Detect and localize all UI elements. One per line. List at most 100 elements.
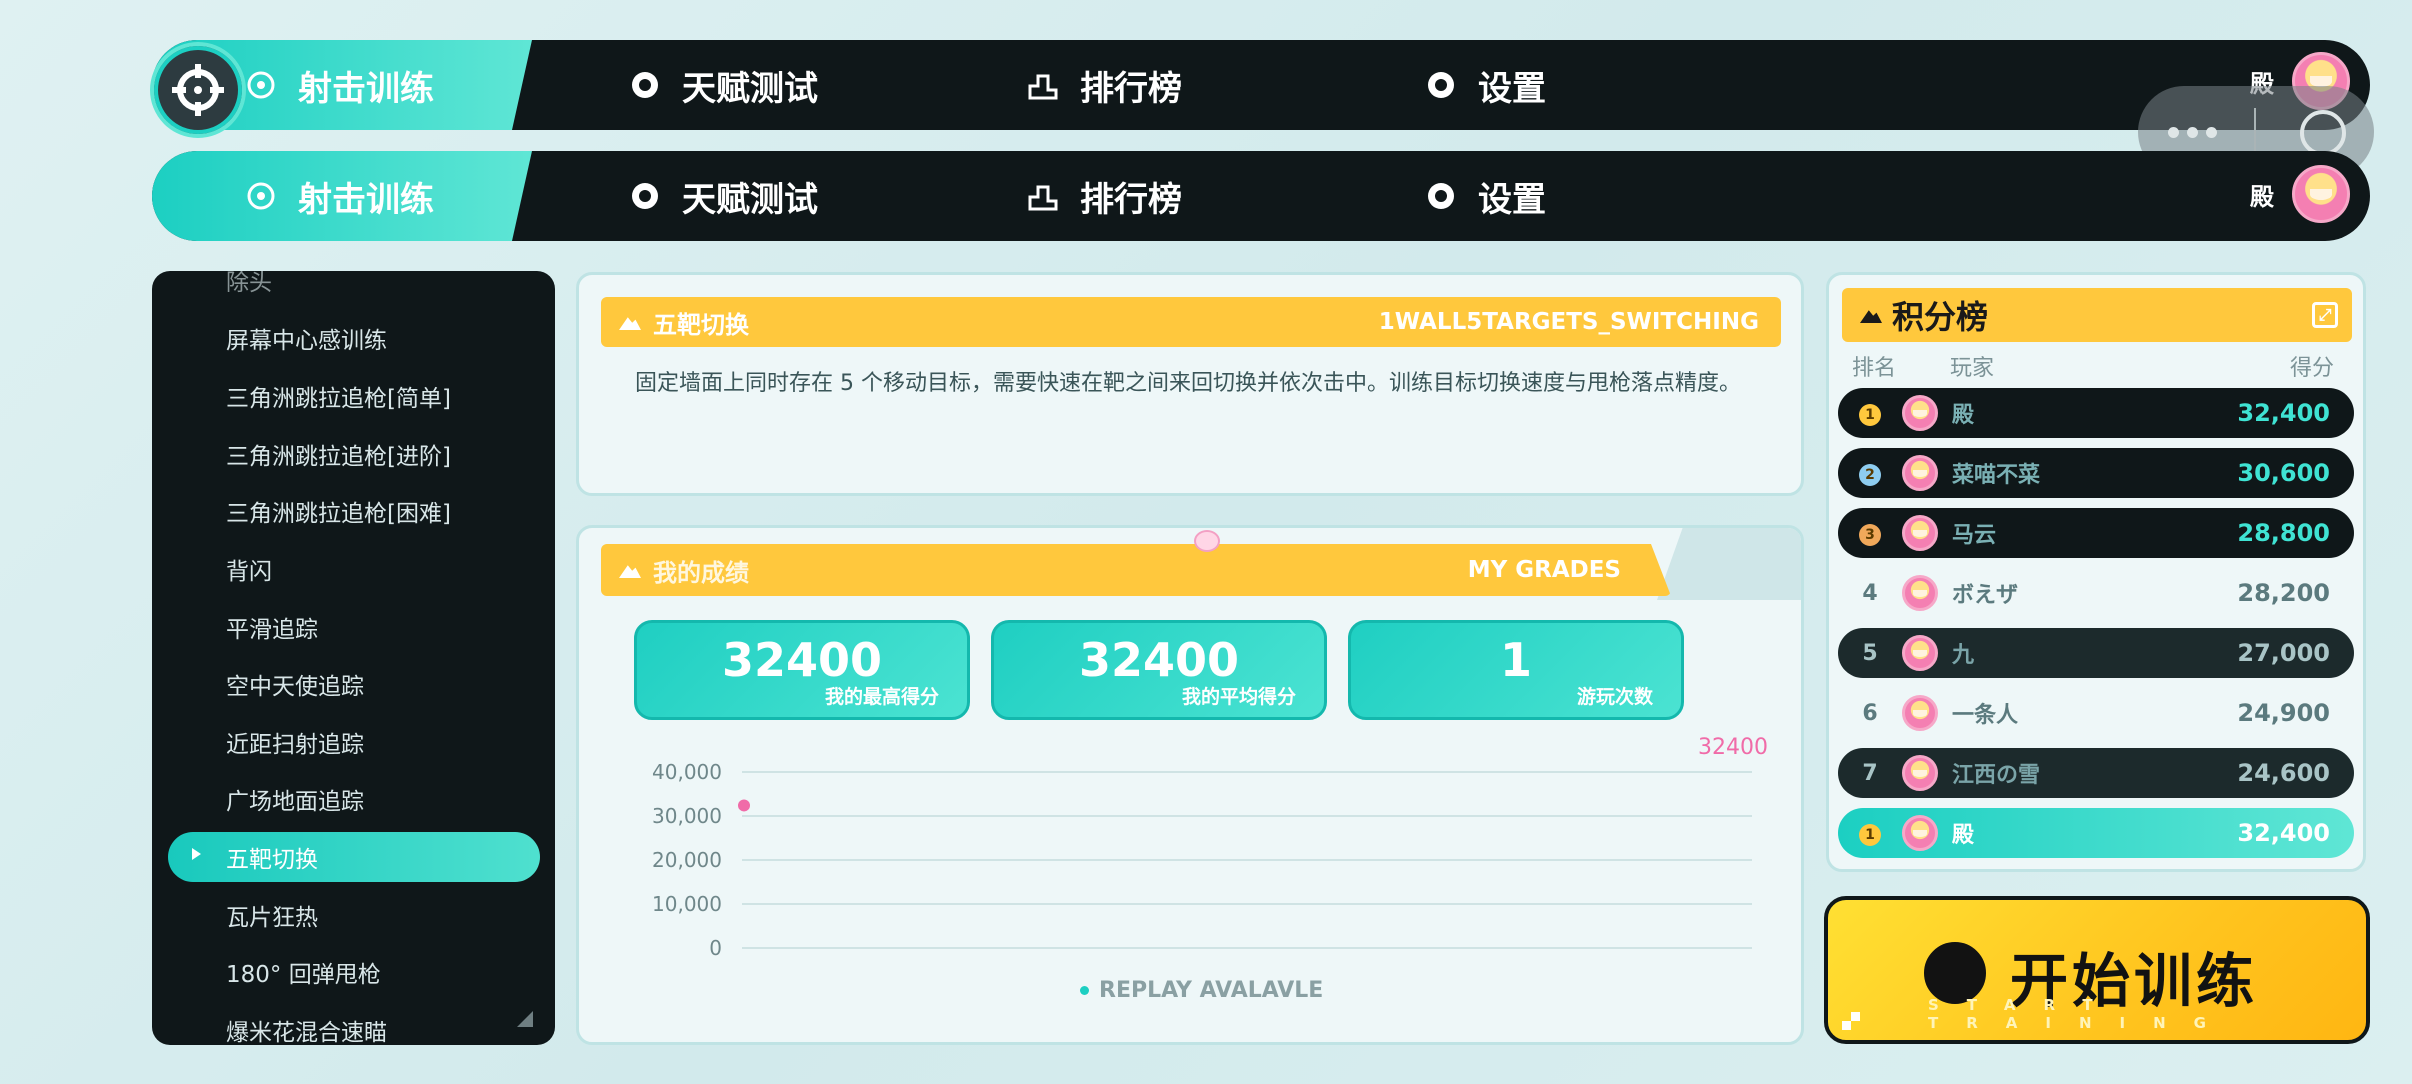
player-name: ボえザ <box>1952 583 2019 608</box>
nav-settings[interactable]: 设置 <box>1424 151 1546 241</box>
leaderboard-title-bar: 积分榜 ⤢ <box>1842 288 2352 342</box>
leaderboard-title: 积分榜 <box>1892 298 1989 336</box>
divider <box>2254 108 2256 156</box>
grades-title: 我的成绩 <box>653 558 749 587</box>
nav-label: 天赋测试 <box>682 179 818 220</box>
mountain-icon <box>619 565 641 578</box>
list-item-partial[interactable]: 除头 <box>226 271 272 297</box>
play-indicator-icon <box>192 848 201 860</box>
gear-icon <box>1428 72 1454 98</box>
replay-legend[interactable]: REPLAY AVALAVLE <box>1080 978 1323 1003</box>
list-item[interactable]: 近距扫射追踪 <box>226 725 364 759</box>
nav-shooting-training[interactable]: 射击训练 <box>244 151 434 241</box>
player-avatar <box>1902 575 1938 611</box>
crosshair-icon <box>247 182 275 210</box>
training-list-sidebar[interactable]: 除头 屏幕中心感训练 三角洲跳拉追枪[简单] 三角洲跳拉追枪[进阶] 三角洲跳拉… <box>152 271 555 1045</box>
y-tick-label: 20,000 <box>652 848 722 872</box>
player-score: 24,600 <box>2237 759 2330 787</box>
y-tick-label: 40,000 <box>652 760 722 784</box>
leaderboard-row-self[interactable]: 1 殿 32,400 <box>1838 808 2354 858</box>
stat-label: 我的最高得分 <box>824 686 939 708</box>
avatar <box>2292 165 2350 223</box>
player-name: 殿 <box>1952 403 1975 428</box>
player-score: 32,400 <box>2237 819 2330 847</box>
nav-label: 天赋测试 <box>682 68 818 109</box>
list-item[interactable]: 背闪 <box>226 552 272 586</box>
stat-best-score: 32400 我的最高得分 <box>634 620 970 720</box>
stat-label: 游玩次数 <box>1576 686 1653 708</box>
list-item[interactable]: 三角洲跳拉追枪[困难] <box>226 494 451 528</box>
nav-talent-test[interactable]: 天赋测试 <box>628 151 818 241</box>
legend-dot-icon <box>1080 986 1089 995</box>
stat-play-count: 1 游玩次数 <box>1348 620 1684 720</box>
y-tick-label: 30,000 <box>652 804 722 828</box>
camera-watermark-icon <box>1657 528 1801 600</box>
list-item[interactable]: 广场地面追踪 <box>226 782 364 816</box>
user-name: 殿 <box>2250 182 2274 211</box>
record-icon[interactable] <box>2300 110 2346 156</box>
list-item[interactable]: 三角洲跳拉追枪[进阶] <box>226 437 451 471</box>
nav-leaderboard[interactable]: 排行榜 <box>1026 151 1182 241</box>
rank-cell: 1 <box>1838 400 1902 426</box>
score-history-chart: 40,000 30,000 20,000 10,000 0 32400 <box>652 735 1768 960</box>
col-rank: 排名 <box>1852 356 1897 381</box>
list-item[interactable]: 三角洲跳拉追枪[简单] <box>226 379 451 413</box>
player-score: 24,900 <box>2237 699 2330 727</box>
list-item[interactable]: 瓦片狂热 <box>226 898 318 932</box>
nav-user[interactable]: 殿 <box>2250 165 2350 223</box>
nav-leaderboard[interactable]: 排行榜 <box>1026 40 1182 130</box>
y-tick-label: 10,000 <box>652 892 722 916</box>
list-item-active[interactable]: 五靶切换 <box>226 840 318 874</box>
leaderboard-row[interactable]: 5 九 27,000 <box>1838 628 2354 678</box>
rank-cell: 5 <box>1862 640 1878 666</box>
medal-icon: 1 <box>1859 824 1881 846</box>
nav-label: 设置 <box>1478 179 1546 220</box>
list-item[interactable]: 180° 回弹甩枪 <box>226 955 381 989</box>
app-logo <box>150 42 246 138</box>
leaderboard-row[interactable]: 1 殿 32,400 <box>1838 388 2354 438</box>
nav-label: 排行榜 <box>1080 179 1182 220</box>
col-score: 得分 <box>2289 356 2334 381</box>
col-player: 玩家 <box>1950 356 1995 381</box>
corner-icon <box>1842 1012 1860 1030</box>
leaderboard-row[interactable]: 7 江西の雪 24,600 <box>1838 748 2354 798</box>
task-title-bar: 五靶切换 1WALL5TARGETS_SWITCHING <box>601 297 1781 347</box>
list-item[interactable]: 空中天使追踪 <box>226 667 364 701</box>
rank-cell: 6 <box>1862 700 1878 726</box>
leaderboard-row[interactable]: 4 ボえザ 28,200 <box>1838 568 2354 618</box>
stat-average-score: 32400 我的平均得分 <box>991 620 1327 720</box>
nav-talent-test[interactable]: 天赋测试 <box>628 40 818 130</box>
rank-cell: 7 <box>1862 760 1878 786</box>
more-dots-icon[interactable] <box>2168 118 2228 146</box>
leaderboard-row[interactable]: 3 马云 28,800 <box>1838 508 2354 558</box>
grades-title-bar: 我的成绩 MY GRADES <box>601 544 1671 596</box>
mountain-icon <box>1860 310 1882 323</box>
rank-cell: 3 <box>1838 520 1902 546</box>
paw-badge-icon <box>1194 530 1220 552</box>
top-nav-bar: 射击训练 天赋测试 排行榜 设置 殿 <box>152 151 2370 241</box>
expand-icon[interactable]: ⤢ <box>2312 302 2338 328</box>
crosshair-logo-icon <box>172 64 224 116</box>
list-item[interactable]: 屏幕中心感训练 <box>226 321 387 355</box>
leaderboard-row[interactable]: 2 菜喵不菜 30,600 <box>1838 448 2354 498</box>
start-sub-label: START TRAINING <box>1928 996 2234 1032</box>
list-item-active-bg <box>168 832 540 882</box>
rank-cell: 1 <box>1838 820 1902 846</box>
start-training-button[interactable]: 开始训练 START TRAINING <box>1824 896 2370 1044</box>
player-avatar <box>1902 695 1938 731</box>
leaderboard-row[interactable]: 6 一条人 24,900 <box>1838 688 2354 738</box>
player-avatar <box>1902 815 1938 851</box>
nav-label: 射击训练 <box>298 68 434 109</box>
y-tick-label: 0 <box>709 936 722 960</box>
player-name: 江西の雪 <box>1952 763 2041 788</box>
list-item[interactable]: 爆米花混合速瞄 <box>226 1013 387 1045</box>
nav-shooting-training[interactable]: 射击训练 <box>244 40 434 130</box>
list-item[interactable]: 平滑追踪 <box>226 610 318 644</box>
aperture-icon <box>632 72 658 98</box>
resize-handle-icon[interactable] <box>517 1011 533 1027</box>
nav-settings[interactable]: 设置 <box>1424 40 1546 130</box>
player-name: 马云 <box>1952 523 1997 548</box>
score-point[interactable] <box>738 799 750 812</box>
player-name: 殿 <box>1952 823 1975 848</box>
stat-value: 32400 <box>721 633 883 687</box>
